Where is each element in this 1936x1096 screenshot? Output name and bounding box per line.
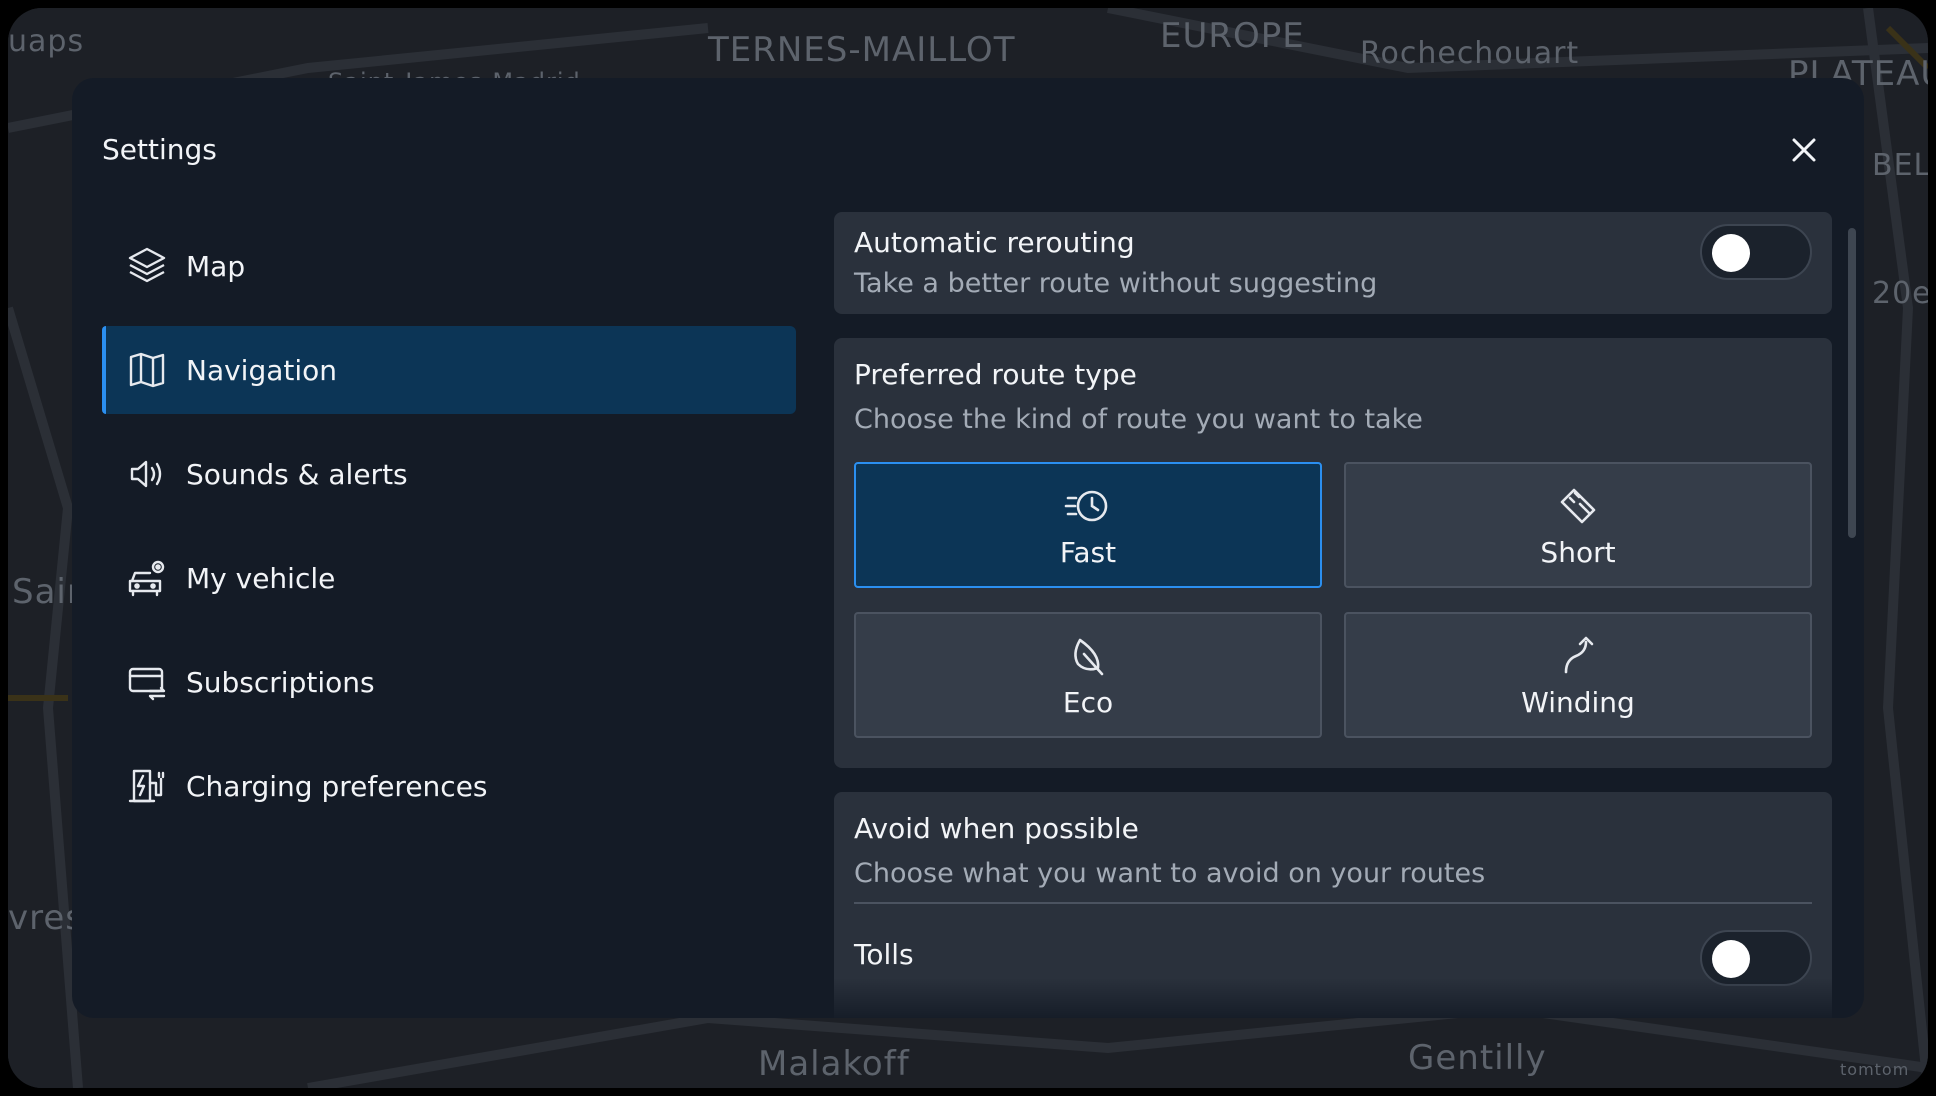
- screen: uaps TERNES-MAILLOT Saint-James-Madrid E…: [8, 8, 1928, 1088]
- card-subtitle: Take a better route without suggesting: [854, 268, 1378, 299]
- route-option-winding[interactable]: Winding: [1344, 612, 1812, 738]
- route-type-card: Preferred route type Choose the kind of …: [834, 338, 1832, 768]
- close-icon: [1792, 138, 1816, 162]
- route-option-label: Winding: [1521, 685, 1635, 719]
- leaf-icon: [1064, 632, 1112, 680]
- sidebar-item-label: Charging preferences: [186, 769, 488, 803]
- route-option-label: Fast: [1059, 535, 1117, 569]
- dialog-title: Settings: [102, 133, 217, 166]
- card-title: Avoid when possible: [854, 812, 1139, 845]
- toggle-knob: [1712, 940, 1750, 978]
- rerouting-card: Automatic rerouting Take a better route …: [834, 212, 1832, 314]
- sidebar-item-label: Sounds & alerts: [186, 457, 408, 491]
- map-label: Malakoff: [758, 1044, 910, 1084]
- divider: [854, 902, 1812, 904]
- map-label: Rochechouart: [1360, 36, 1580, 71]
- content-scrollbar[interactable]: [1848, 228, 1856, 538]
- sidebar-item-label: Subscriptions: [186, 665, 375, 699]
- card-title: Automatic rerouting: [854, 226, 1135, 259]
- avoid-item-label: Tolls: [854, 938, 914, 971]
- clock-fast-icon: [1064, 482, 1112, 530]
- map-logo: tomtom: [1840, 1060, 1910, 1079]
- map-icon: [126, 349, 168, 391]
- toggle-knob: [1712, 234, 1750, 272]
- subscription-card-icon: [126, 661, 168, 703]
- sidebar-item-my-vehicle[interactable]: My vehicle: [102, 534, 796, 622]
- route-option-label: Eco: [1062, 685, 1114, 719]
- sidebar-item-label: My vehicle: [186, 561, 336, 595]
- winding-road-icon: [1554, 632, 1602, 680]
- route-option-fast[interactable]: Fast: [854, 462, 1322, 588]
- map-label: BEL: [1872, 148, 1928, 183]
- settings-dialog: Settings Map Navigation Sounds & alerts …: [72, 78, 1864, 1018]
- scroll-fade: [834, 978, 1864, 1018]
- speaker-icon: [126, 453, 168, 495]
- card-subtitle: Choose the kind of route you want to tak…: [854, 404, 1423, 435]
- sidebar-item-navigation[interactable]: Navigation: [102, 326, 796, 414]
- map-label: TERNES-MAILLOT: [708, 30, 1016, 70]
- sidebar-item-sounds-alerts[interactable]: Sounds & alerts: [102, 430, 796, 518]
- sidebar-item-map[interactable]: Map: [102, 222, 796, 310]
- route-option-label: Short: [1540, 535, 1616, 569]
- route-option-short[interactable]: Short: [1344, 462, 1812, 588]
- settings-content: Automatic rerouting Take a better route …: [834, 212, 1834, 1018]
- sidebar-item-label: Map: [186, 249, 246, 283]
- automatic-rerouting-toggle[interactable]: [1700, 224, 1812, 280]
- route-option-eco[interactable]: Eco: [854, 612, 1322, 738]
- settings-sidebar: Map Navigation Sounds & alerts My vehicl…: [102, 222, 796, 846]
- card-title: Preferred route type: [854, 358, 1137, 391]
- map-label: 20e: [1872, 276, 1928, 311]
- ruler-icon: [1554, 482, 1602, 530]
- sidebar-item-label: Navigation: [186, 353, 338, 387]
- map-label: EUROPE: [1160, 16, 1305, 56]
- card-subtitle: Choose what you want to avoid on your ro…: [854, 858, 1486, 889]
- close-button[interactable]: [1784, 130, 1824, 170]
- map-label: uaps: [8, 24, 85, 59]
- vehicle-settings-icon: [126, 557, 168, 599]
- layers-icon: [126, 245, 168, 287]
- sidebar-item-charging-preferences[interactable]: Charging preferences: [102, 742, 796, 830]
- sidebar-item-subscriptions[interactable]: Subscriptions: [102, 638, 796, 726]
- map-label: Gentilly: [1408, 1038, 1547, 1078]
- ev-charger-icon: [126, 765, 168, 807]
